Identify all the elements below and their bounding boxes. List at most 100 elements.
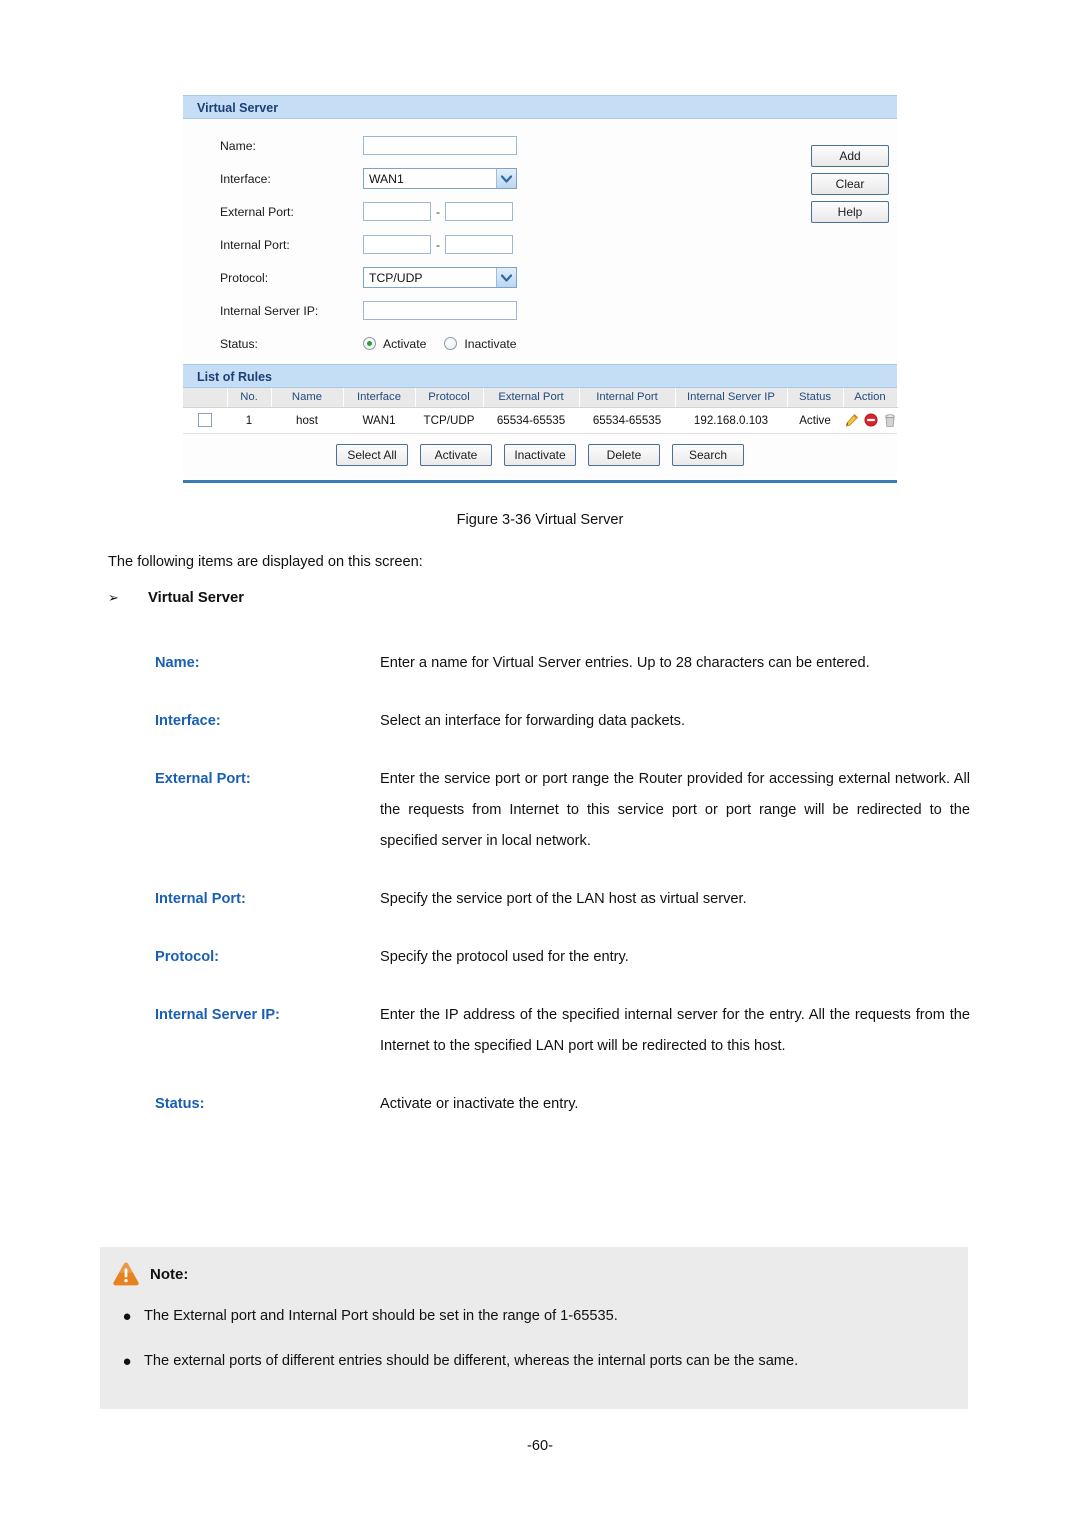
column-header-internal-server-ip: Internal Server IP xyxy=(675,388,788,408)
definition-item-protocol: Protocol: Specify the protocol used for … xyxy=(155,942,970,973)
external-port-range-dash: - xyxy=(436,204,440,219)
form-row-external-port: External Port: - xyxy=(183,195,897,228)
form-row-name: Name: xyxy=(183,129,897,162)
protocol-select[interactable]: TCP/UDP xyxy=(363,267,517,288)
definition-item-name: Name: Enter a name for Virtual Server en… xyxy=(155,648,970,679)
table-row: 1 host WAN1 TCP/UDP 65534-65535 65534-65… xyxy=(183,407,897,434)
row-interface: WAN1 xyxy=(343,407,415,434)
definition-description: Specify the protocol used for the entry. xyxy=(380,949,629,965)
definition-description: Enter the IP address of the specified in… xyxy=(380,1007,970,1054)
definition-description: Enter the service port or port range the… xyxy=(380,771,970,849)
definition-term: Status: xyxy=(155,1096,205,1112)
note-item-text: The External port and Internal Port shou… xyxy=(144,1308,618,1324)
definition-description: Select an interface for forwarding data … xyxy=(380,713,686,729)
figure-divider-line xyxy=(183,479,897,483)
interface-select-value: WAN1 xyxy=(369,171,404,186)
name-input[interactable] xyxy=(363,136,517,155)
table-header-row: No. Name Interface Protocol External Por… xyxy=(183,388,898,408)
protocol-select-value: TCP/UDP xyxy=(369,270,423,285)
figure-caption: Figure 3-36 Virtual Server xyxy=(456,512,624,528)
column-header-status: Status xyxy=(787,388,844,408)
block-icon[interactable] xyxy=(863,413,878,428)
definition-term: Protocol: xyxy=(155,949,220,965)
radio-selected-dot xyxy=(367,341,372,346)
definition-item-status: Status: Activate or inactivate the entry… xyxy=(155,1089,970,1120)
interface-label: Interface: xyxy=(220,171,271,186)
status-inactivate-label[interactable]: Inactivate xyxy=(464,337,516,351)
row-name: host xyxy=(271,407,343,434)
protocol-field-area: TCP/UDP xyxy=(363,267,517,288)
bullet-icon: ● xyxy=(122,1308,132,1325)
select-all-button[interactable]: Select All xyxy=(336,443,408,466)
internal-port-to-input[interactable] xyxy=(445,235,513,254)
definition-description: Enter a name for Virtual Server entries.… xyxy=(380,655,870,671)
note-item-text: The external ports of different entries … xyxy=(144,1353,799,1369)
status-label: Status: xyxy=(220,336,258,351)
column-header-external-port: External Port xyxy=(483,388,580,408)
interface-field-area: WAN1 xyxy=(363,168,517,189)
status-activate-label[interactable]: Activate xyxy=(383,337,426,351)
column-header-no: No. xyxy=(227,388,272,408)
virtual-server-figure: Virtual Server Add Clear Help Name: Inte… xyxy=(183,95,898,483)
internal-server-ip-input[interactable] xyxy=(363,301,517,320)
external-port-label: External Port: xyxy=(220,204,294,219)
form-row-internal-server-ip: Internal Server IP: xyxy=(183,294,897,327)
internal-port-field-area: - xyxy=(363,235,513,254)
table-button-group: Select All Activate Inactivate Delete Se… xyxy=(183,433,897,478)
internal-server-ip-field-area xyxy=(363,301,517,320)
row-no: 1 xyxy=(227,407,271,434)
name-label: Name: xyxy=(220,138,256,153)
warning-triangle-icon xyxy=(112,1261,140,1287)
status-inactivate-radio[interactable] xyxy=(444,337,458,350)
edit-pencil-icon[interactable] xyxy=(844,413,859,428)
form-row-interface: Interface: WAN1 xyxy=(183,162,897,195)
internal-server-ip-label: Internal Server IP: xyxy=(220,303,319,318)
protocol-label: Protocol: xyxy=(220,270,269,285)
status-activate-radio[interactable] xyxy=(363,337,376,350)
row-checkbox-cell[interactable] xyxy=(183,407,227,434)
definition-item-interface: Interface: Select an interface for forwa… xyxy=(155,706,970,737)
external-port-field-area: - xyxy=(363,202,513,221)
chevron-down-icon[interactable] xyxy=(496,169,516,188)
row-checkbox[interactable] xyxy=(198,413,212,428)
page-number: -60- xyxy=(527,1438,553,1454)
form-row-internal-port: Internal Port: - xyxy=(183,228,897,261)
intro-text: The following items are displayed on thi… xyxy=(108,554,423,570)
trash-icon[interactable] xyxy=(883,413,897,428)
row-external-port: 65534-65535 xyxy=(483,407,579,434)
external-port-from-input[interactable] xyxy=(363,202,431,221)
definition-item-external-port: External Port: Enter the service port or… xyxy=(155,764,970,857)
row-protocol: TCP/UDP xyxy=(415,407,483,434)
note-header: Note: xyxy=(100,1261,968,1287)
definition-term: External Port: xyxy=(155,771,251,787)
status-field-area: Activate Inactivate xyxy=(363,337,517,351)
column-header-interface: Interface xyxy=(343,388,416,408)
virtual-server-form: Add Clear Help Name: Interface: WAN1 Ext… xyxy=(183,119,897,364)
column-header-protocol: Protocol xyxy=(415,388,484,408)
inactivate-button[interactable]: Inactivate xyxy=(504,443,576,466)
note-box: Note: ● The External port and Internal P… xyxy=(100,1247,968,1409)
definition-item-internal-server-ip: Internal Server IP: Enter the IP address… xyxy=(155,1000,970,1062)
row-internal-server-ip: 192.168.0.103 xyxy=(675,407,787,434)
definition-list: Name: Enter a name for Virtual Server en… xyxy=(155,648,970,1147)
definition-description: Specify the service port of the LAN host… xyxy=(380,891,747,907)
definition-description: Activate or inactivate the entry. xyxy=(380,1096,579,1112)
delete-button[interactable]: Delete xyxy=(588,443,660,466)
search-button[interactable]: Search xyxy=(672,443,744,466)
activate-button[interactable]: Activate xyxy=(420,443,492,466)
row-internal-port: 65534-65535 xyxy=(579,407,675,434)
note-title: Note: xyxy=(150,1265,189,1283)
internal-port-range-dash: - xyxy=(436,237,440,252)
definition-term: Name: xyxy=(155,655,200,671)
section-heading-label: Virtual Server xyxy=(148,590,244,606)
internal-port-from-input[interactable] xyxy=(363,235,431,254)
note-list-item: ● The External port and Internal Port sh… xyxy=(100,1301,968,1332)
external-port-to-input[interactable] xyxy=(445,202,513,221)
column-header-name: Name xyxy=(271,388,344,408)
chevron-down-icon[interactable] xyxy=(496,268,516,287)
definition-term: Internal Server IP: xyxy=(155,1007,280,1023)
interface-select[interactable]: WAN1 xyxy=(363,168,517,189)
note-list-item: ● The external ports of different entrie… xyxy=(100,1346,968,1377)
column-header-internal-port: Internal Port xyxy=(579,388,676,408)
form-row-protocol: Protocol: TCP/UDP xyxy=(183,261,897,294)
